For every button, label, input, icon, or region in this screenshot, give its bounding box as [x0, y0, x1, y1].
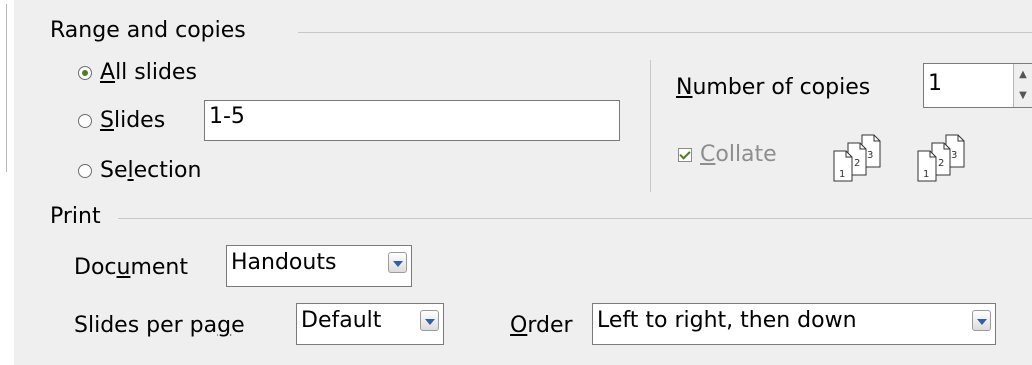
dropdown-arrow-icon[interactable] — [388, 252, 407, 273]
dropdown-arrow-icon[interactable] — [420, 310, 439, 331]
slides-label: Slides — [100, 108, 166, 133]
spin-up-icon[interactable]: ▲ — [1014, 64, 1032, 86]
copies-spinner[interactable]: ▲ ▼ — [1013, 64, 1032, 107]
order-label: Order — [510, 313, 573, 338]
all-slides-label: All slides — [100, 60, 197, 85]
slides-per-page-value: Default — [301, 308, 382, 333]
range-and-copies-title: Range and copies — [50, 18, 246, 43]
document-label: Document — [74, 255, 188, 280]
radio-icon[interactable] — [78, 164, 92, 178]
page-number-1: 1 — [923, 169, 929, 180]
page-number-3: 3 — [951, 150, 957, 161]
range-copies-divider — [650, 60, 651, 192]
document-select[interactable]: Handouts — [226, 245, 412, 287]
number-of-copies-spinbox[interactable]: 1 ▲ ▼ — [923, 63, 1032, 108]
radio-slides[interactable]: Slides — [78, 110, 165, 132]
number-of-copies-label: Number of copies — [676, 75, 871, 100]
collate-pages-icon: 3 2 1 — [833, 134, 881, 182]
radio-selected-icon[interactable] — [78, 66, 92, 80]
radio-icon[interactable] — [78, 114, 92, 128]
page-number-2: 2 — [938, 158, 944, 169]
page-number-1: 1 — [839, 169, 845, 180]
slides-per-page-select[interactable]: Default — [296, 303, 444, 345]
collate-pages-icon: 3 2 1 — [917, 134, 965, 182]
spin-down-icon[interactable]: ▼ — [1014, 86, 1032, 108]
radio-selection[interactable]: Selection — [78, 160, 201, 182]
selection-label: Selection — [100, 158, 202, 183]
print-section-rule — [118, 218, 1032, 219]
print-section-title: Print — [50, 204, 101, 229]
dropdown-arrow-icon[interactable] — [972, 310, 991, 331]
order-select[interactable]: Left to right, then down — [592, 303, 996, 345]
page-number-2: 2 — [854, 158, 860, 169]
range-section-rule — [298, 32, 1032, 33]
page-number-3: 3 — [867, 150, 873, 161]
checkbox-checked-icon[interactable] — [678, 148, 692, 162]
collate-checkbox[interactable]: Collate — [678, 144, 777, 166]
document-select-value: Handouts — [231, 250, 337, 275]
radio-all-slides[interactable]: All slides — [78, 62, 197, 84]
order-select-value: Left to right, then down — [597, 308, 857, 333]
window-left-edge — [0, 0, 14, 365]
slides-per-page-label: Slides per page — [74, 313, 245, 338]
collate-label: Collate — [700, 142, 777, 167]
slides-range-input[interactable]: 1-5 — [204, 100, 620, 141]
